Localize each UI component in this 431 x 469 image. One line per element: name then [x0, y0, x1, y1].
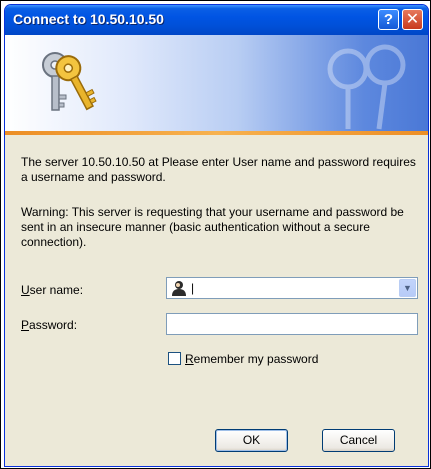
keys-icon: [42, 52, 97, 111]
banner-watermark-keys-icon: [327, 44, 406, 130]
password-label-text: assword:: [29, 318, 78, 332]
security-warning: Warning: This server is requesting that …: [21, 205, 404, 249]
remember-password-checkbox[interactable]: [168, 352, 181, 365]
user-name-label-text: ser name:: [29, 283, 84, 297]
help-button[interactable]: ?: [378, 9, 399, 30]
user-name-label: User name:: [21, 283, 83, 297]
user-icon: [172, 281, 186, 296]
user-name-accelerator: U: [21, 283, 30, 297]
title-bar[interactable]: Connect to 10.50.10.50 ? ✕: [5, 5, 428, 35]
remember-password-label[interactable]: Remember my password: [185, 352, 318, 366]
cancel-button[interactable]: Cancel: [322, 429, 395, 452]
server-message: The server 10.50.10.50 at Please enter U…: [21, 155, 416, 184]
banner: [5, 35, 428, 131]
ok-button[interactable]: OK: [215, 429, 288, 452]
login-dialog: Connect to 10.50.10.50 ? ✕ The server 10…: [4, 4, 429, 467]
screenshot-frame: Connect to 10.50.10.50 ? ✕ The server 10…: [0, 0, 431, 469]
password-accelerator: P: [21, 318, 30, 332]
window-title: Connect to 10.50.10.50: [13, 11, 164, 27]
close-button[interactable]: ✕: [402, 9, 423, 30]
password-label: Password:: [21, 318, 77, 332]
chevron-down-icon[interactable]: ▼: [399, 279, 416, 297]
remember-accelerator: R: [185, 352, 194, 366]
password-input[interactable]: [166, 313, 418, 335]
user-name-combobox[interactable]: | ▼: [166, 277, 418, 299]
remember-label-text: emember my password: [193, 352, 319, 366]
user-name-value: |: [191, 281, 195, 295]
dialog-content: The server 10.50.10.50 at Please enter U…: [5, 135, 428, 466]
